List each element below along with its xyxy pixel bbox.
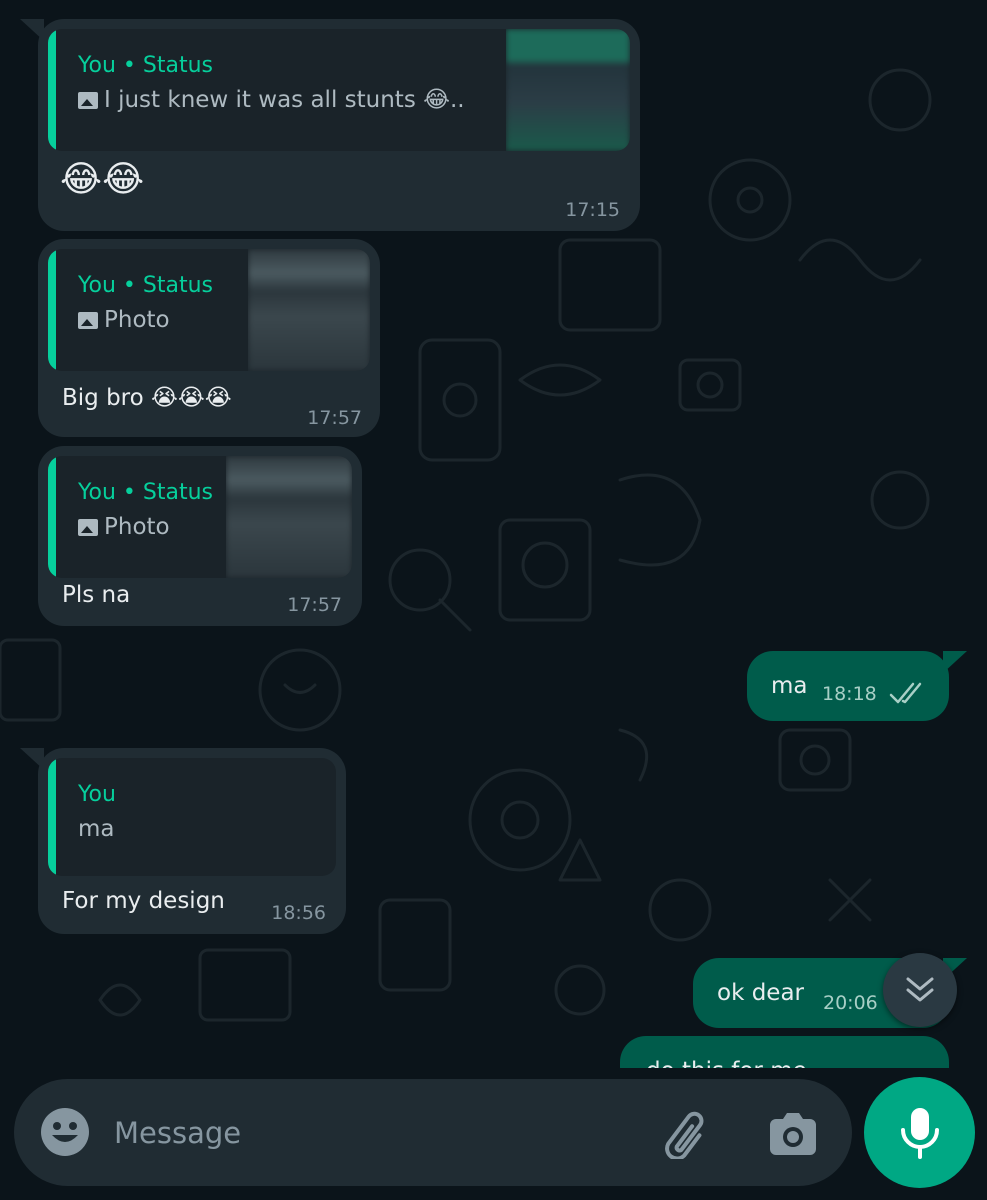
quote-preview-text: ma bbox=[78, 816, 115, 842]
camera-icon[interactable] bbox=[766, 1111, 820, 1157]
status-thumbnail bbox=[226, 456, 352, 578]
quote-sender: You • Status bbox=[78, 53, 213, 78]
paperclip-icon[interactable] bbox=[659, 1107, 715, 1159]
bubble-tail bbox=[943, 651, 967, 673]
message-text: For my design bbox=[62, 888, 225, 914]
message-text: Pls na bbox=[62, 582, 131, 608]
message-input[interactable] bbox=[114, 1107, 634, 1159]
bubble-tail bbox=[20, 748, 44, 770]
quoted-status-reply[interactable]: You • Status Photo bbox=[48, 249, 370, 371]
quote-accent-bar bbox=[48, 456, 56, 578]
microphone-icon bbox=[900, 1107, 939, 1159]
quote-preview: Photo bbox=[78, 307, 170, 333]
message-text: 😂😂 bbox=[60, 159, 145, 200]
message-time: 18:18 bbox=[822, 683, 877, 705]
quote-sender: You • Status bbox=[78, 273, 213, 298]
message-composer bbox=[14, 1079, 852, 1186]
bubble-tail bbox=[20, 19, 44, 41]
message-time: 18:56 bbox=[271, 902, 326, 924]
quoted-reply[interactable]: You ma bbox=[48, 758, 336, 876]
image-icon bbox=[78, 91, 98, 109]
image-icon bbox=[78, 311, 98, 329]
quote-accent-bar bbox=[48, 758, 56, 876]
message-text: do this for me bbox=[646, 1058, 807, 1068]
quoted-status-reply[interactable]: You • Status Photo bbox=[48, 456, 352, 578]
message-list[interactable]: You • Status I just knew it was all stun… bbox=[0, 0, 987, 1068]
voice-message-button[interactable] bbox=[864, 1077, 975, 1188]
outgoing-message[interactable]: do this for me bbox=[620, 1036, 949, 1068]
message-text: Big bro 😭😭😭 bbox=[62, 385, 232, 411]
status-thumbnail bbox=[506, 29, 630, 151]
message-time: 17:15 bbox=[565, 199, 620, 221]
scroll-to-bottom-button[interactable] bbox=[883, 953, 957, 1027]
quoted-status-reply[interactable]: You • Status I just knew it was all stun… bbox=[48, 29, 630, 151]
incoming-message[interactable]: You • Status Photo Pls na 17:57 bbox=[38, 446, 362, 626]
incoming-message[interactable]: You • Status I just knew it was all stun… bbox=[20, 19, 640, 231]
message-time: 17:57 bbox=[307, 407, 362, 429]
quote-accent-bar bbox=[48, 249, 56, 371]
incoming-message[interactable]: You • Status Photo Big bro 😭😭😭 17:57 bbox=[38, 239, 380, 437]
quote-preview-text: Photo bbox=[104, 307, 170, 333]
message-time: 20:06 bbox=[823, 992, 878, 1014]
incoming-message[interactable]: You ma For my design 18:56 bbox=[20, 748, 346, 934]
quote-preview-text: Photo bbox=[104, 514, 170, 540]
outgoing-message[interactable]: ma 18:18 bbox=[747, 651, 967, 721]
double-chevron-down-icon bbox=[906, 977, 934, 1002]
double-check-icon bbox=[889, 682, 922, 704]
quote-preview: I just knew it was all stunts 😂.. bbox=[78, 87, 465, 113]
image-icon bbox=[78, 518, 98, 536]
quote-sender: You • Status bbox=[78, 480, 213, 505]
message-time: 17:57 bbox=[287, 594, 342, 616]
quote-accent-bar bbox=[48, 29, 56, 151]
status-thumbnail bbox=[248, 249, 370, 371]
quote-sender: You bbox=[78, 782, 116, 807]
message-text: ma bbox=[771, 673, 808, 699]
emoji-icon[interactable] bbox=[40, 1107, 90, 1157]
quote-preview: Photo bbox=[78, 514, 170, 540]
message-text: ok dear bbox=[717, 980, 805, 1006]
quote-preview-text: I just knew it was all stunts 😂.. bbox=[104, 87, 465, 113]
